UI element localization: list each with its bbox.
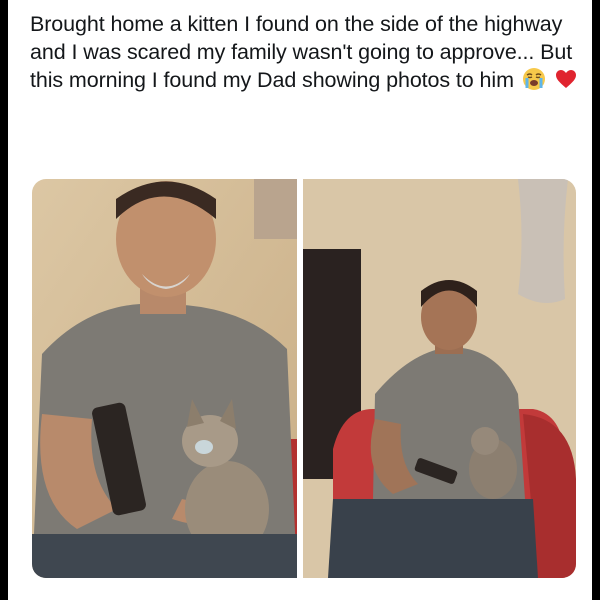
loudly-crying-face-emoji xyxy=(522,67,546,91)
post-text-body: Brought home a kitten I found on the sid… xyxy=(30,12,573,92)
red-heart-emoji xyxy=(554,67,578,91)
post-card: Brought home a kitten I found on the sid… xyxy=(8,0,592,600)
post-text: Brought home a kitten I found on the sid… xyxy=(30,10,578,94)
photo-left[interactable] xyxy=(32,179,297,578)
photo-right[interactable] xyxy=(303,179,576,578)
photo-grid xyxy=(32,179,576,578)
